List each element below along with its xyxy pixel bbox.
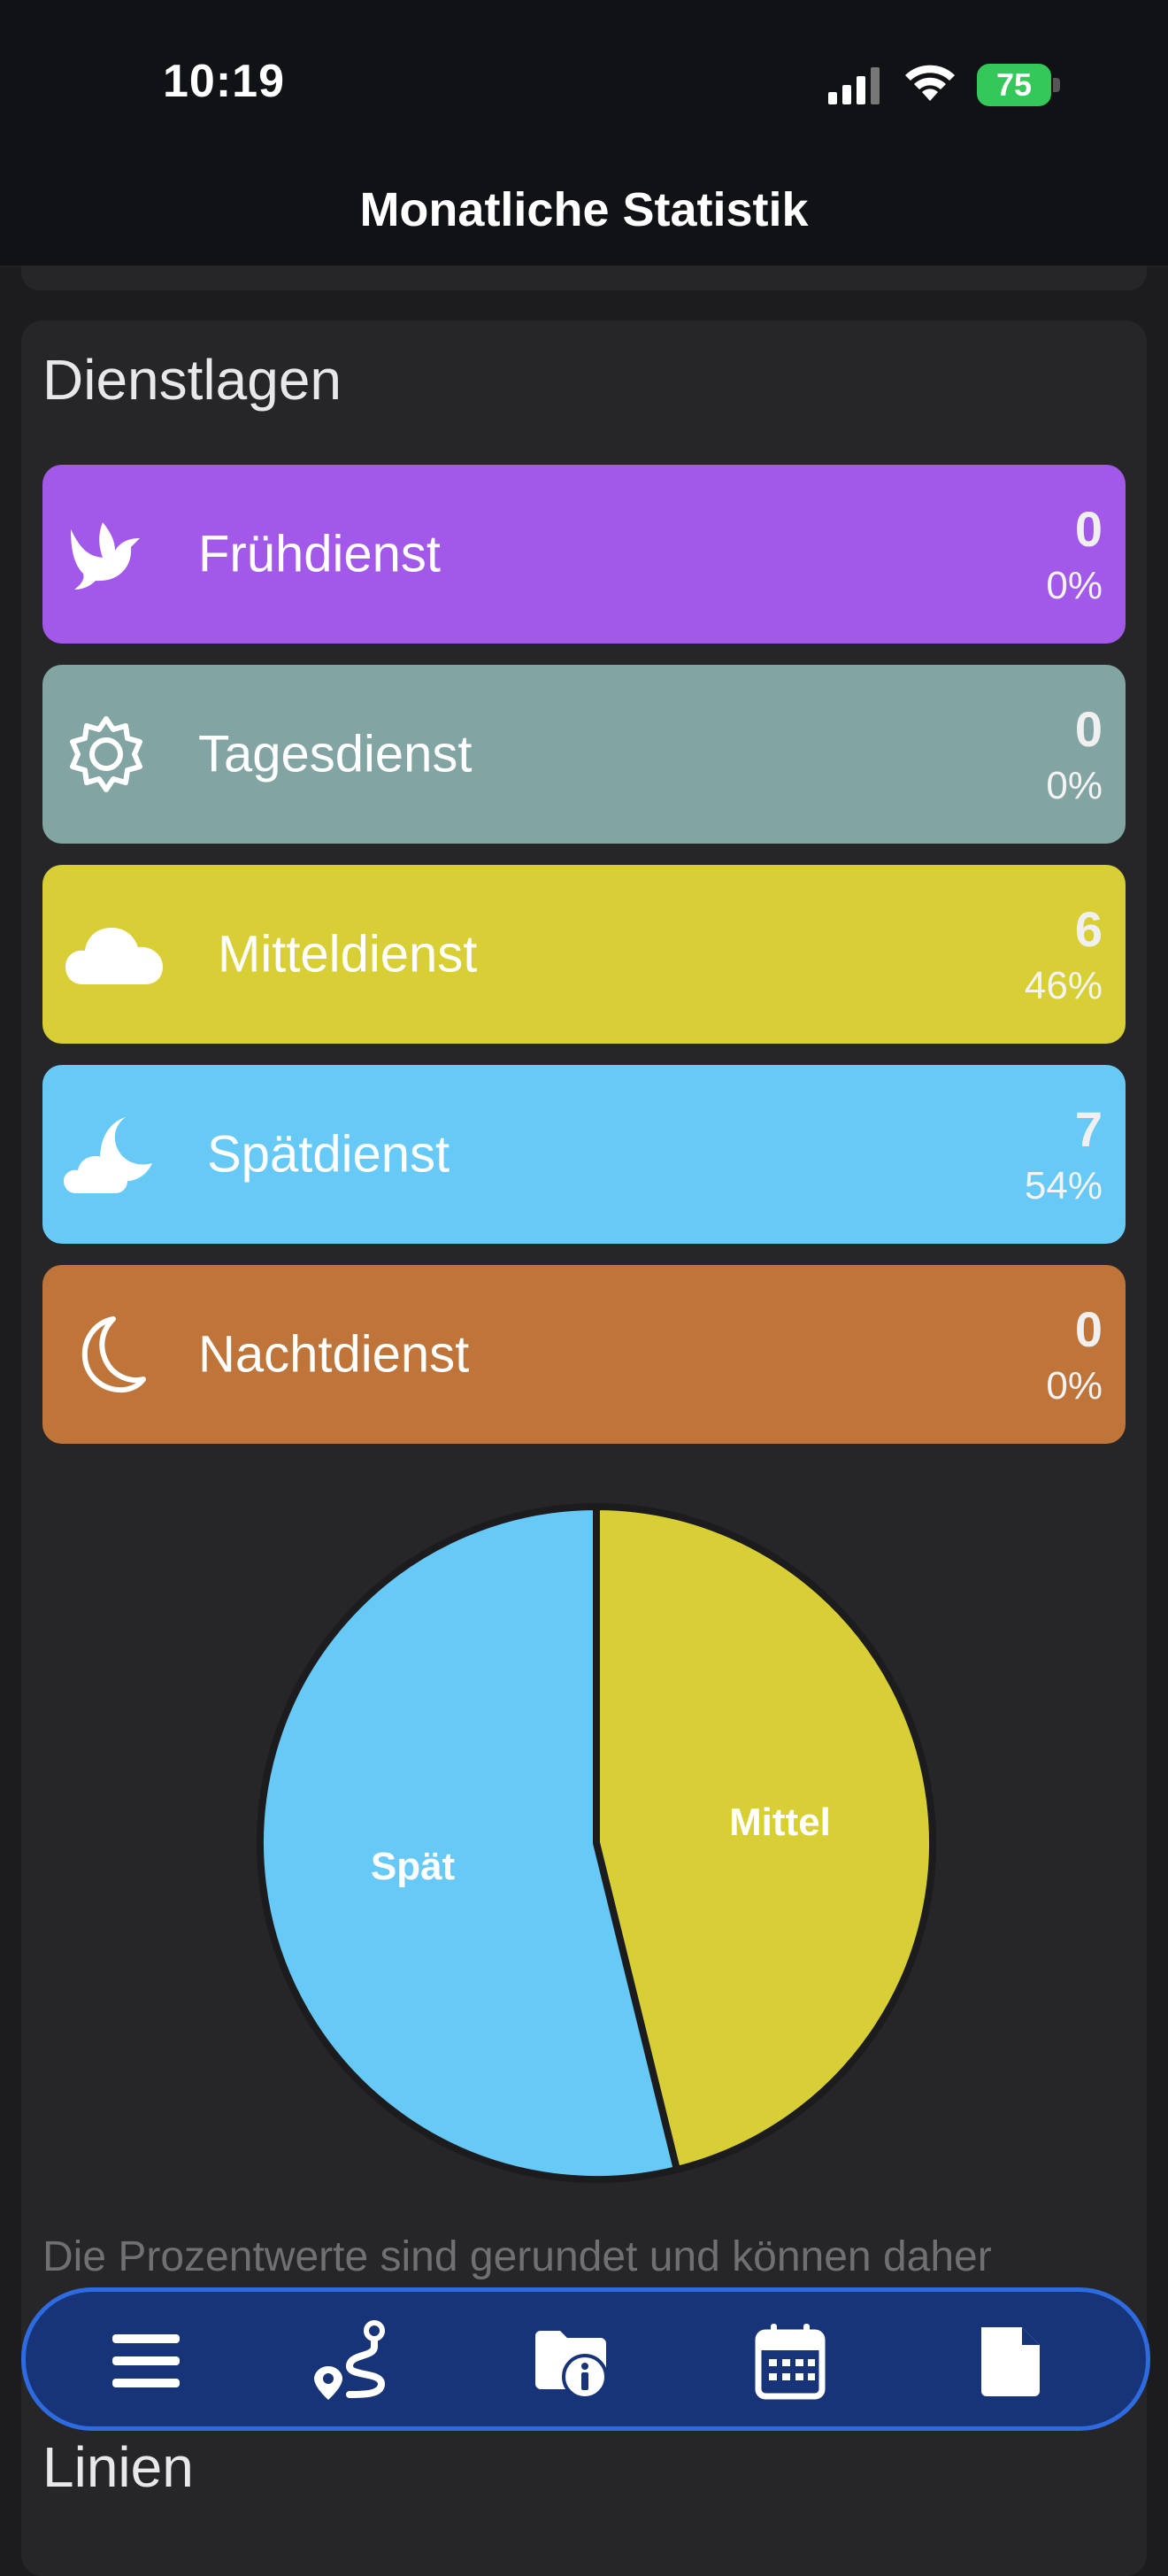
cellular-signal-icon [828,67,880,104]
shift-count: 7 [1074,1101,1103,1157]
previous-card-edge [21,266,1147,290]
shift-pie-chart: Mittel Spät [257,1503,936,2183]
shift-percent: 0% [1046,764,1103,807]
menu-icon[interactable] [105,2320,187,2402]
status-time: 10:19 [163,56,285,107]
battery-indicator: 75 [977,64,1062,106]
shift-row-nacht[interactable]: Nachtdienst 0 0% [42,1265,1126,1444]
rounding-note: Die Prozentwerte sind gerundet und könne… [42,2233,992,2280]
pie-label-spät: Spät [371,1845,456,1888]
status-bar: 10:19 75 [0,0,1168,150]
shift-count: 0 [1074,701,1103,757]
battery-nub [1053,78,1060,92]
shift-percent: 0% [1046,564,1103,607]
wifi-icon [905,65,955,101]
shift-stats-card: Dienstlagen Frühdienst 0 0% Tagesdienst … [21,320,1147,2445]
shift-count: 6 [1074,901,1103,957]
shift-label: Frühdienst [198,525,442,583]
shift-row-spaet[interactable]: Spätdienst 7 54% [42,1065,1126,1244]
shift-label: Spätdienst [207,1125,450,1184]
calendar-icon[interactable] [749,2320,831,2402]
section-title: Dienstlagen [42,348,342,412]
shift-row-mittel[interactable]: Mitteldienst 6 46% [42,865,1126,1044]
shift-label: Nachtdienst [198,1325,470,1384]
dove-icon [71,522,140,590]
document-icon[interactable] [969,2320,1050,2402]
sun-gear-icon [70,716,142,792]
route-icon[interactable] [311,2320,392,2402]
shift-label: Tagesdienst [198,725,473,783]
page-title: Monatliche Statistik [359,183,809,236]
shift-percent: 0% [1046,1364,1103,1408]
moon-icon [81,1316,146,1393]
shift-row-tages[interactable]: Tagesdienst 0 0% [42,665,1126,844]
shift-count: 0 [1074,1301,1103,1357]
shift-percent: 46% [1024,964,1103,1007]
navigation-bar: Monatliche Statistik [0,150,1168,267]
shift-row-frueh[interactable]: Frühdienst 0 0% [42,465,1126,644]
shift-label: Mitteldienst [218,925,478,983]
battery-level: 75 [977,64,1051,106]
cloud-icon [65,928,163,984]
shift-percent: 54% [1024,1164,1103,1207]
floating-tab-bar [21,2287,1150,2431]
shift-count: 0 [1074,501,1103,557]
lines-title: Linien [42,2435,194,2499]
pie-label-mittel: Mittel [729,1801,831,1844]
moon-cloud-icon [64,1117,152,1193]
folder-info-icon[interactable] [532,2320,613,2402]
